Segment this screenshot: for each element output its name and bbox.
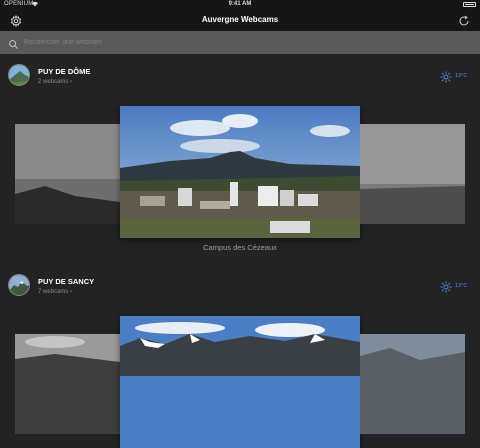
- location-name: PUY DE SANCY: [38, 277, 95, 286]
- webcam-image-main[interactable]: [120, 106, 360, 238]
- battery-icon: [463, 2, 476, 7]
- webcam-caption: Campus des Cézeaux: [203, 243, 277, 252]
- location-header-puy-de-sancy[interactable]: PUY DE SANCY 7 webcams › 13°C: [0, 274, 480, 314]
- weather-info: 13°C: [440, 70, 472, 83]
- clock: 9:41 AM: [228, 1, 252, 7]
- navigation-bar: Auvergne Webcams: [0, 9, 480, 31]
- webcam-thumbnail-previous[interactable]: [15, 334, 120, 434]
- webcam-count: 7 webcams ›: [38, 289, 73, 295]
- sun-icon: [440, 280, 452, 293]
- webcam-thumbnail-previous[interactable]: [15, 124, 120, 224]
- webcam-count: 2 webcams ›: [38, 79, 73, 85]
- location-header-puy-de-dome[interactable]: PUY DE DÔME 2 webcams › 13°C: [0, 64, 480, 104]
- location-avatar: [8, 274, 30, 296]
- webcam-thumbnail-next[interactable]: [360, 334, 465, 434]
- weather-info: 13°C: [440, 280, 472, 293]
- webcam-image-main[interactable]: [120, 316, 360, 448]
- temperature: 13°C: [455, 73, 468, 79]
- page-title: Auvergne Webcams: [201, 15, 279, 24]
- location-avatar: [8, 64, 30, 86]
- status-bar: OPENIUM 9:41 AM: [0, 0, 480, 9]
- webcam-thumbnail-next[interactable]: [360, 124, 465, 224]
- refresh-icon[interactable]: [458, 14, 470, 26]
- search-bar: [0, 31, 480, 54]
- sun-icon: [440, 70, 452, 83]
- temperature: 13°C: [455, 283, 468, 289]
- search-icon: [8, 37, 19, 50]
- search-input[interactable]: [24, 35, 464, 50]
- location-name: PUY DE DÔME: [38, 67, 91, 76]
